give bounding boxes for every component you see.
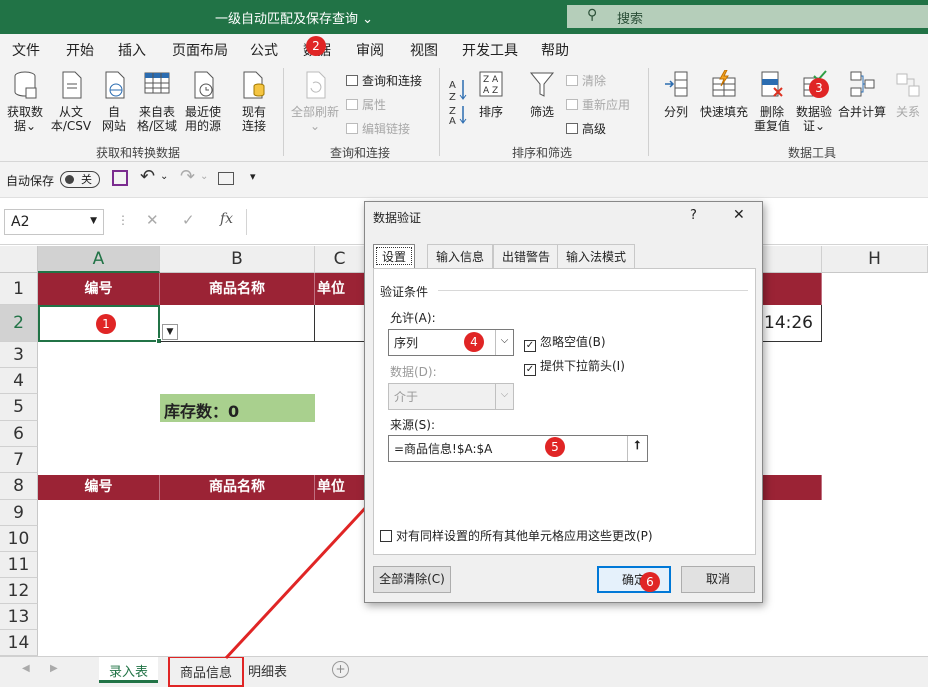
checkbox-unchecked-icon <box>380 530 392 542</box>
tab-error-alert[interactable]: 出错警告 <box>493 244 560 268</box>
dialog-title: 数据验证 <box>373 211 422 225</box>
chevron-down-icon[interactable]: ⌵ <box>495 384 513 409</box>
section-label: 验证条件 <box>380 285 429 299</box>
step-badge-3: 3 <box>809 78 829 98</box>
tab-ime-mode[interactable]: 输入法模式 <box>557 244 636 268</box>
step-badge-5: 5 <box>545 437 565 457</box>
data-select[interactable]: 介于 ⌵ <box>388 383 514 410</box>
apply-all-checkbox[interactable]: 对有同样设置的所有其他单元格应用这些更改(P) <box>380 527 653 544</box>
close-icon[interactable]: ✕ <box>733 207 745 223</box>
chevron-down-icon[interactable]: ⌵ <box>495 330 513 355</box>
checkbox-checked-icon: ✓ <box>524 340 536 352</box>
help-button[interactable]: ? <box>690 208 697 223</box>
ok-button[interactable]: 确定 <box>597 566 671 593</box>
allow-select[interactable]: 序列 ⌵ <box>388 329 514 356</box>
section-divider <box>438 290 748 291</box>
clear-all-button[interactable]: 全部清除(C) <box>373 566 451 593</box>
cancel-button[interactable]: 取消 <box>681 566 755 593</box>
settings-panel: 验证条件 允许(A): 序列 ⌵ ✓ 忽略空值(B) ✓ 提供下拉箭头(I) 数据(… <box>373 268 756 555</box>
step-badge-1: 1 <box>96 314 116 334</box>
allow-label: 允许(A): <box>390 311 436 325</box>
step-badge-2: 2 <box>306 36 326 56</box>
source-label: 来源(S): <box>390 418 436 432</box>
tab-input-message[interactable]: 输入信息 <box>427 244 494 268</box>
step-badge-4: 4 <box>464 332 484 352</box>
source-input[interactable]: =商品信息!$A:$A ⭡ <box>388 435 648 462</box>
tab-settings[interactable]: 设置 <box>373 244 416 268</box>
data-label: 数据(D): <box>390 365 437 379</box>
in-cell-dropdown-checkbox[interactable]: ✓ 提供下拉箭头(I) <box>524 357 625 376</box>
collapse-dialog-icon[interactable]: ⭡ <box>627 436 647 461</box>
data-validation-dialog: 数据验证 ? ✕ 设置 输入信息 出错警告 输入法模式 验证条件 允许(A): … <box>364 201 763 603</box>
ignore-blank-checkbox[interactable]: ✓ 忽略空值(B) <box>524 333 606 352</box>
step-badge-6: 6 <box>640 572 660 592</box>
checkbox-checked-icon: ✓ <box>524 364 536 376</box>
